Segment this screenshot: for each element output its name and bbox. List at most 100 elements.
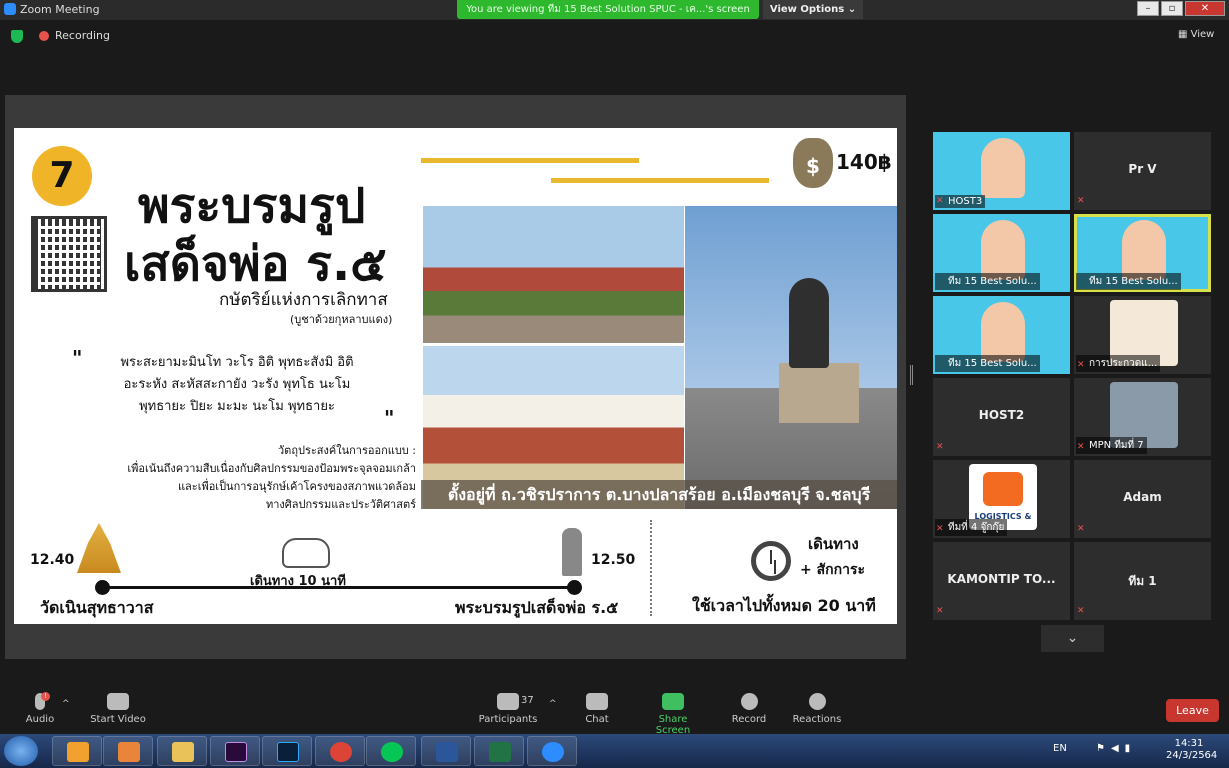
taskbar-app[interactable] [52, 736, 102, 766]
zoom-icon [542, 742, 564, 762]
participant-video [981, 138, 1025, 198]
video-tile-active-speaker[interactable]: ทีม 15 Best Solu... [1074, 214, 1211, 292]
taskbar-app[interactable] [103, 736, 153, 766]
video-tile[interactable]: LOGISTICS & ทีมที่ 4 จู๊กกุ๊ย ✕ [933, 460, 1070, 538]
windows-taskbar: EN ⚑◀▮ [0, 734, 1229, 768]
audio-button[interactable]: Audio [24, 689, 56, 725]
video-tile[interactable]: ทีม 1 ✕ [1074, 542, 1211, 620]
reactions-button[interactable]: Reactions [792, 689, 842, 725]
maximize-button[interactable]: ▫ [1161, 1, 1183, 16]
temple-icon [77, 523, 121, 573]
record-label: Record [731, 714, 767, 725]
taskbar-clock[interactable]: 14:31 24/3/2564 [1166, 738, 1217, 762]
route-start-dot [95, 580, 110, 595]
location-label: ตั้งอยู่ที่ ถ.วชิรปราการ ต.บางปลาสร้อย อ… [421, 480, 897, 509]
tile-name: HOST2 [978, 408, 1025, 422]
reactions-icon [808, 693, 826, 710]
share-screen-button[interactable]: Share Screen [640, 689, 706, 736]
minimize-button[interactable]: – [1137, 1, 1159, 16]
zoom-app-icon [4, 3, 16, 15]
share-screen-label: Share Screen [655, 714, 691, 736]
objective-line: และเพื่อเป็นการอนุรักษ์เค้าโครงของสภาพแว… [177, 480, 416, 493]
taskbar-app-photoshop[interactable] [262, 736, 312, 766]
system-tray-icons[interactable]: ⚑◀▮ [1096, 743, 1156, 754]
taskbar-app-explorer[interactable] [157, 736, 207, 766]
record-button[interactable]: Record [730, 689, 768, 725]
view-options-button[interactable]: View Options ⌄ [763, 0, 863, 19]
qr-code [31, 216, 107, 292]
taskbar-app-premiere[interactable] [210, 736, 260, 766]
tile-caption: MPN ทีมที่ 7 [1076, 437, 1147, 454]
window-controls: – ▫ ✕ [1137, 1, 1225, 16]
audio-label: Audio [25, 714, 55, 725]
video-tile[interactable]: การประกวดแ... ✕ [1074, 296, 1211, 374]
shield-icon[interactable] [11, 30, 23, 43]
taskbar-app-word[interactable] [421, 736, 471, 766]
participant-video [981, 302, 1025, 362]
panel-splitter-handle[interactable] [910, 365, 913, 385]
gallery-scroll-down-button[interactable]: ⌄ [1041, 625, 1104, 652]
decor-bar [551, 178, 769, 183]
participant-video [981, 220, 1025, 280]
mic-muted-icon: ✕ [1077, 360, 1085, 370]
monument-plinth [779, 363, 859, 423]
taskbar-app-line[interactable] [366, 736, 416, 766]
tile-name: ทีม 1 [1128, 574, 1157, 588]
mic-muted-icon: ✕ [1077, 606, 1085, 616]
start-video-button[interactable]: Start Video [88, 689, 148, 725]
depart-label: เดินทาง [808, 535, 859, 553]
video-tile[interactable]: Pr V ✕ [1074, 132, 1211, 210]
video-tile[interactable]: KAMONTIP TO... ✕ [933, 542, 1070, 620]
mic-muted-icon: ✕ [1077, 442, 1085, 452]
mic-muted-icon: ✕ [1077, 524, 1085, 534]
taskbar-app-chrome[interactable] [315, 736, 365, 766]
video-camera-off-icon [107, 693, 129, 710]
chat-button[interactable]: Chat [580, 689, 614, 725]
tile-name: Pr V [1128, 162, 1157, 176]
participants-options-caret[interactable]: ^ [549, 699, 557, 709]
statue-image [789, 278, 829, 368]
window-title: Zoom Meeting [20, 3, 100, 16]
taskbar-app-excel[interactable] [474, 736, 524, 766]
mic-muted-icon: ✕ [936, 442, 944, 452]
audio-options-caret[interactable]: ^ [62, 699, 70, 709]
time-end: 12.50 [591, 552, 636, 568]
view-button[interactable]: ▦ View [1178, 29, 1214, 40]
line-icon [381, 742, 403, 762]
participant-video [1122, 220, 1166, 280]
photo-building [423, 206, 684, 343]
quote-open-mark: " [72, 346, 83, 370]
objective-text: วัตถุประสงค์ในการออกแบบ : เพื่อเน้นถึงคว… [84, 442, 416, 514]
chat-icon [586, 693, 608, 710]
tile-name: KAMONTIP TO... [947, 572, 1056, 586]
slide-subnote: (บูชาด้วยกุหลาบแดง) [290, 313, 393, 326]
clock-icon [751, 541, 791, 581]
close-button[interactable]: ✕ [1185, 1, 1225, 16]
objective-line: ทางศิลปกรรมและประวัติศาสตร์ [265, 498, 416, 511]
video-tile[interactable]: HOST2 ✕ [933, 378, 1070, 456]
tile-caption: ทีมที่ 4 จู๊กกุ๊ย [935, 519, 1008, 536]
video-tile[interactable]: MPN ทีมที่ 7 ✕ [1074, 378, 1211, 456]
tile-caption: ทีม 15 Best Solu... [935, 273, 1040, 290]
video-tile[interactable]: Adam ✕ [1074, 460, 1211, 538]
objective-title: วัตถุประสงค์ในการออกแบบ : [278, 444, 416, 457]
slide-number: 7 [32, 146, 92, 206]
windows-start-button[interactable] [4, 736, 38, 766]
leave-button[interactable]: Leave [1166, 699, 1219, 722]
place-start: วัดเนินสุทธาวาส [40, 598, 154, 617]
mic-muted-icon: ✕ [1077, 196, 1085, 206]
tile-caption: ทีม 15 Best Solu... [1076, 273, 1181, 290]
video-tile[interactable]: HOST3 ✕ [933, 132, 1070, 210]
taskbar-app-zoom[interactable] [527, 736, 577, 766]
car-icon [282, 538, 330, 568]
share-screen-icon [662, 693, 684, 710]
excel-icon [489, 742, 511, 762]
video-tile[interactable]: ทีม 15 Best Solu... [933, 214, 1070, 292]
language-indicator[interactable]: EN [1053, 743, 1067, 754]
mic-muted-icon: ✕ [936, 524, 944, 534]
price-label: 140฿ [836, 150, 892, 174]
participants-icon [497, 693, 519, 710]
premiere-icon [225, 742, 247, 762]
tile-caption: ทีม 15 Best Solu... [935, 355, 1040, 372]
video-tile[interactable]: ทีม 15 Best Solu... [933, 296, 1070, 374]
